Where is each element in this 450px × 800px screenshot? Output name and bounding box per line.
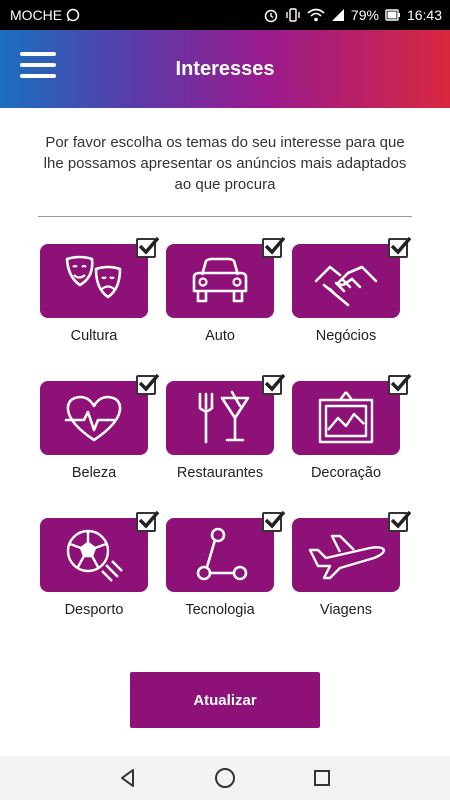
checkmark-icon <box>390 236 412 255</box>
home-icon[interactable] <box>205 758 245 798</box>
category-label: Decoração <box>310 465 382 481</box>
intro-text: Por favor escolha os temas do seu intere… <box>43 134 407 193</box>
category-tile-beleza[interactable]: Beleza <box>40 373 160 493</box>
category-button[interactable] <box>166 518 274 592</box>
back-icon[interactable] <box>108 758 148 798</box>
checkmark-icon <box>138 510 160 529</box>
category-button[interactable] <box>166 244 274 318</box>
checkbox[interactable] <box>388 373 412 395</box>
checkbox[interactable] <box>136 236 160 258</box>
category-button[interactable] <box>40 244 148 318</box>
checkbox[interactable] <box>262 373 286 395</box>
alarm-icon <box>263 7 279 23</box>
category-tile-desporto[interactable]: Desporto <box>40 510 160 630</box>
checkbox[interactable] <box>136 373 160 395</box>
category-tile-negocios[interactable]: Negócios <box>292 236 412 356</box>
fork-cocktail-icon <box>198 390 250 444</box>
checkbox[interactable] <box>262 510 286 532</box>
wifi-icon <box>307 8 325 22</box>
battery-percent: 79% <box>350 7 379 23</box>
category-button[interactable] <box>292 518 400 592</box>
checkbox[interactable] <box>388 236 412 258</box>
category-tile-restaurantes[interactable]: Restaurantes <box>166 373 286 493</box>
whatsapp-icon <box>66 8 80 22</box>
signal-icon <box>331 8 345 22</box>
category-tile-viagens[interactable]: Viagens <box>292 510 412 630</box>
clock: 16:43 <box>406 7 442 23</box>
category-label: Tecnologia <box>185 602 255 618</box>
battery-icon <box>385 8 401 22</box>
theater-masks-icon <box>65 255 122 299</box>
checkmark-icon <box>264 373 286 392</box>
update-button[interactable]: Atualizar <box>130 672 320 728</box>
app-bar: Interesses <box>0 30 450 108</box>
category-tile-decoracao[interactable]: Decoração <box>292 373 412 493</box>
navigation-bar <box>0 756 450 800</box>
checkmark-icon <box>138 236 160 255</box>
picture-frame-icon <box>318 391 374 444</box>
category-button[interactable] <box>292 381 400 455</box>
checkbox[interactable] <box>262 236 286 258</box>
category-tile-tecnologia[interactable]: Tecnologia <box>166 510 286 630</box>
status-bar: MOCHE 79% 16:43 <box>0 0 450 30</box>
airplane-icon <box>308 534 386 580</box>
hamburger-icon[interactable] <box>20 52 56 84</box>
category-button[interactable] <box>40 518 148 592</box>
car-icon <box>192 257 248 303</box>
recents-icon[interactable] <box>302 758 342 798</box>
category-label: Restaurantes <box>176 465 264 481</box>
page-title: Interesses <box>175 57 275 80</box>
category-button[interactable] <box>40 381 148 455</box>
checkmark-icon <box>264 510 286 529</box>
category-label: Viagens <box>319 602 373 618</box>
soccer-ball-icon <box>66 529 123 582</box>
category-label: Auto <box>205 328 235 344</box>
category-button[interactable] <box>166 381 274 455</box>
handshake-icon <box>314 265 378 307</box>
category-label: Desporto <box>64 602 124 618</box>
heart-pulse-icon <box>64 395 122 442</box>
checkbox[interactable] <box>388 510 412 532</box>
category-label: Beleza <box>71 465 117 481</box>
checkmark-icon <box>138 373 160 392</box>
category-button[interactable] <box>292 244 400 318</box>
carrier-label: MOCHE <box>10 7 63 23</box>
category-label: Cultura <box>70 328 118 344</box>
checkmark-icon <box>390 373 412 392</box>
checkmark-icon <box>390 510 412 529</box>
category-label: Negócios <box>315 328 377 344</box>
share-nodes-icon <box>196 527 248 581</box>
category-tile-cultura[interactable]: Cultura <box>40 236 160 356</box>
checkmark-icon <box>264 236 286 255</box>
divider <box>38 216 412 217</box>
checkbox[interactable] <box>136 510 160 532</box>
category-tile-auto[interactable]: Auto <box>166 236 286 356</box>
vibrate-icon <box>285 7 301 23</box>
